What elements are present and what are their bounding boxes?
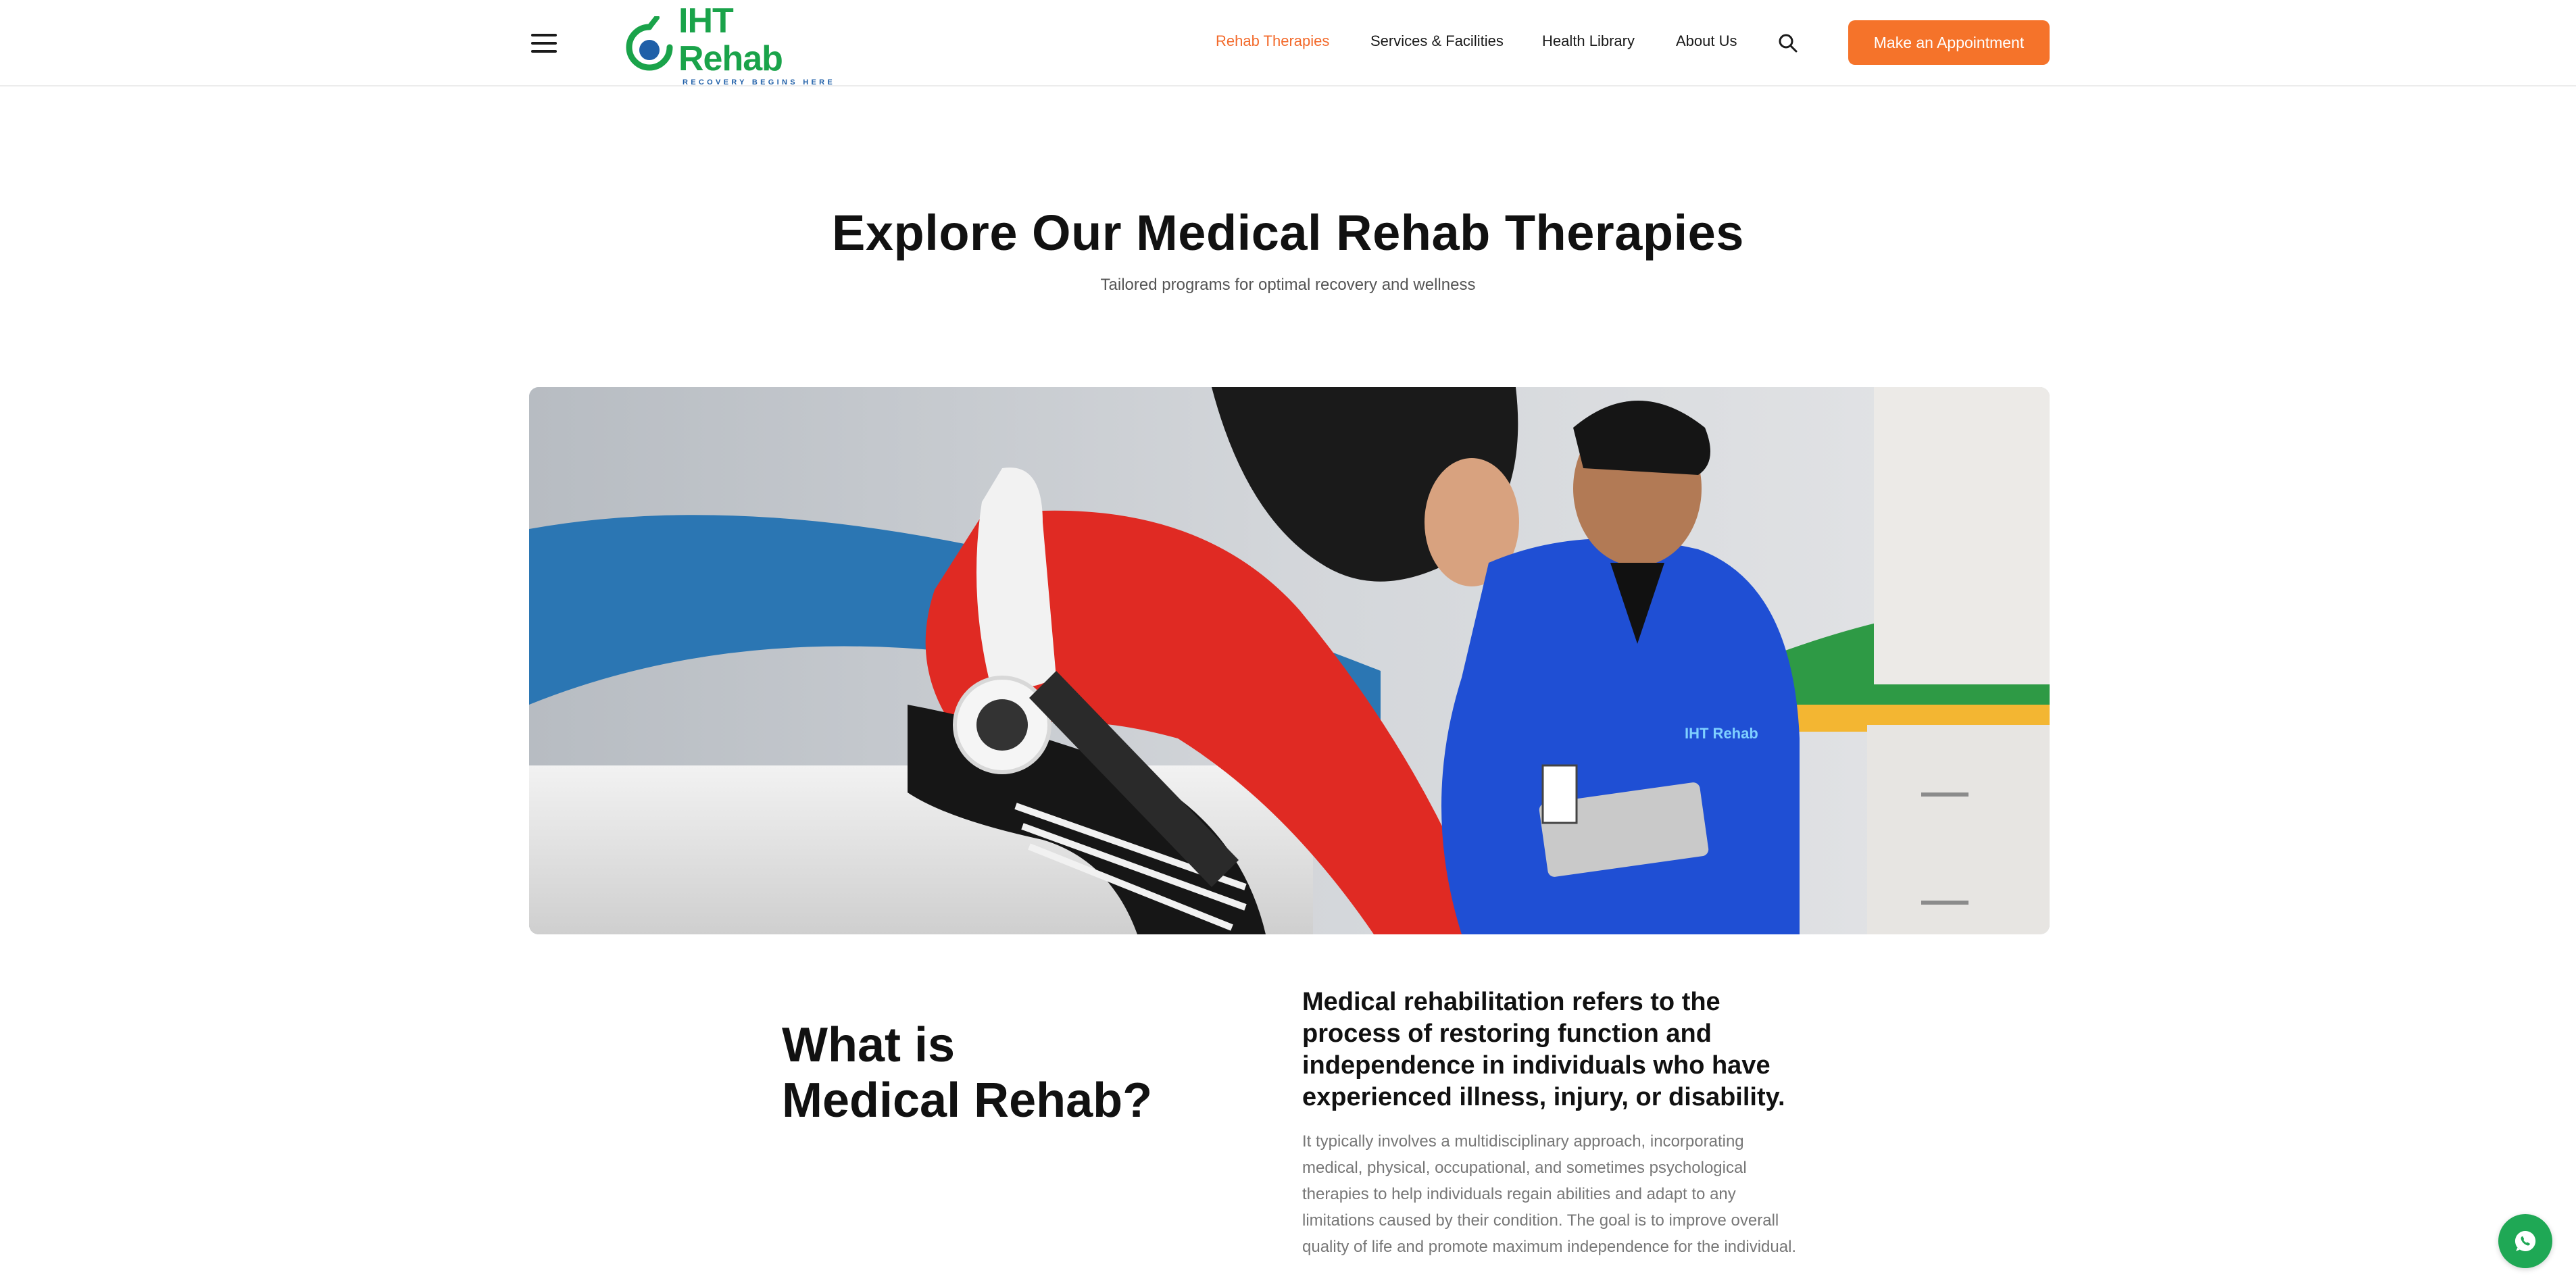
hero-image: IHT Rehab [529,387,2050,934]
svg-text:IHT Rehab: IHT Rehab [1685,725,1758,742]
page-title: Explore Our Medical Rehab Therapies [832,205,1744,261]
what-is-rehab-heading: What is Medical Rehab? [782,1017,1255,1128]
logo-tagline: RECOVERY BEGINS HERE [683,78,835,86]
nav-rehab-therapies[interactable]: Rehab Therapies [1216,32,1329,50]
search-icon[interactable] [1777,32,1799,54]
what-is-rehab-lead: Medical rehabilitation refers to the pro… [1302,988,1785,1111]
what-is-rehab-body: It typically involves a multidisciplinar… [1302,1132,1797,1256]
logo-mark-icon [626,16,673,71]
page-subtitle: Tailored programs for optimal recovery a… [1100,276,1476,294]
nav-about-us[interactable]: About Us [1676,32,1737,50]
nav-health-library[interactable]: Health Library [1542,32,1635,50]
hamburger-menu-icon[interactable] [528,31,561,55]
nav-services-facilities[interactable]: Services & Facilities [1370,32,1504,50]
make-appointment-button[interactable]: Make an Appointment [1848,20,2050,65]
whatsapp-icon[interactable] [2498,1214,2552,1268]
site-logo[interactable]: IHT Rehab RECOVERY BEGINS HERE [624,2,841,86]
logo-name: IHT Rehab [678,1,783,78]
what-is-title-line2: Medical Rehab? [782,1074,1153,1128]
site-header: IHT Rehab RECOVERY BEGINS HERE Rehab The… [0,0,2576,86]
what-is-title-line1: What is [782,1018,956,1072]
